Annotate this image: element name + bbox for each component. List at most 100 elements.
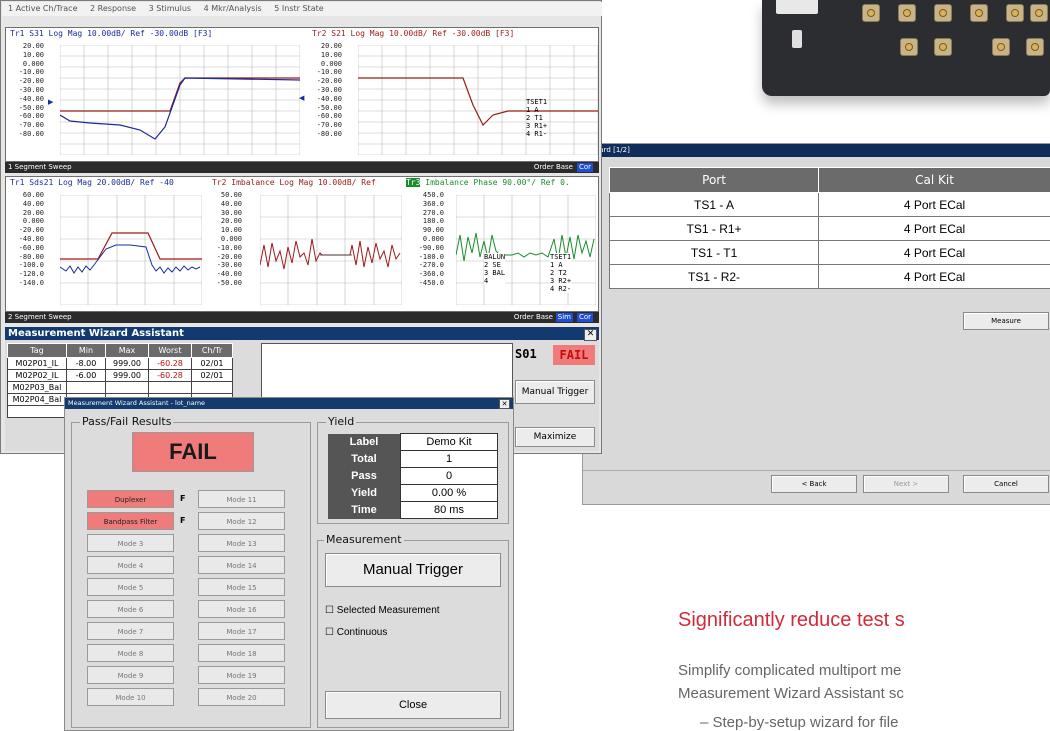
table-row[interactable]: M02P03_Bal [7, 381, 233, 394]
close-icon[interactable]: ✕ [499, 399, 510, 409]
cancel-button[interactable]: Cancel [963, 475, 1049, 493]
divider [583, 470, 1050, 471]
s01-label: S01 [515, 347, 537, 361]
mode-button[interactable]: Mode 20 [198, 688, 285, 706]
ch2-sim-badge: Sim [555, 313, 573, 322]
mode-button[interactable]: Mode 14 [198, 556, 285, 574]
ch2-cor-badge: Cor [576, 313, 593, 322]
mode-button[interactable]: Mode 19 [198, 666, 285, 684]
checkbox-icon: ☐ [325, 627, 334, 638]
mode-button[interactable]: Mode 13 [198, 534, 285, 552]
menu-mkr-analysis[interactable]: 4 Mkr/Analysis [204, 4, 262, 13]
ch2-trace1-graph[interactable] [60, 195, 202, 305]
connector-icon [1006, 4, 1024, 22]
mode-button[interactable]: Mode 17 [198, 622, 285, 640]
measure-button[interactable]: Measure [963, 312, 1049, 330]
mode-button[interactable]: Mode 10 [87, 688, 174, 706]
column-header-worst: Worst [148, 343, 192, 358]
column-header-tag: Tag [7, 343, 67, 358]
ch2-axis3: 450.0 360.0 270.0 180.0 90.00 0.000 -90.00 -180… [418, 191, 444, 287]
table-row[interactable]: TS1 - T1 4 Port ECal [608, 240, 1050, 265]
close-icon[interactable]: ✕ [584, 329, 597, 341]
mode-button[interactable]: Mode 12 [198, 512, 285, 530]
ch1-trace2-label[interactable]: Tr2 S21 Log Mag 10.00dB/ Ref -30.00dB [F… [312, 29, 514, 38]
close-button[interactable]: Close [325, 691, 501, 719]
ch2-trace2-graph[interactable] [260, 195, 402, 305]
ch1-trace2-graph[interactable] [358, 45, 598, 155]
channel1-plot-area[interactable]: Tr1 S31 Log Mag 10.00dB/ Ref -30.00dB [F… [5, 27, 599, 162]
connector-icon [934, 4, 952, 22]
mode-button[interactable]: Mode 8 [87, 644, 174, 662]
menu-stimulus[interactable]: 3 Stimulus [149, 4, 191, 13]
mode-button[interactable]: Duplexer [87, 490, 174, 508]
continuous-checkbox[interactable]: ☐ Continuous [325, 627, 387, 638]
checkbox-icon: ☐ [325, 605, 334, 616]
cal-kit-cell[interactable]: 4 Port ECal [818, 240, 1050, 265]
table-row[interactable]: M02P01_IL -8.00 999.00 -60.28 02/01 [7, 357, 233, 370]
back-button[interactable]: < Back [771, 475, 857, 493]
connector-icon [1026, 38, 1044, 56]
ch2-trace3-graph[interactable] [456, 195, 596, 305]
manual-trigger-button[interactable]: Manual Trigger [515, 380, 595, 404]
softkey-menu-bar: 1 Active Ch/Trace 2 Response 3 Stimulus … [2, 2, 602, 16]
ch1-sweep-type: 1 Segment Sweep [8, 163, 72, 171]
channel2-plot-area[interactable]: Tr1 Sds21 Log Mag 20.00dB/ Ref -40 Tr2 I… [5, 176, 599, 312]
maximize-button[interactable]: Maximize [515, 427, 595, 447]
column-header-min: Min [66, 343, 106, 358]
mode-button[interactable]: Mode 15 [198, 578, 285, 596]
mode-button[interactable]: Mode 5 [87, 578, 174, 596]
ch2-axis2: 50.00 40.00 30.00 20.00 10.00 0.000 -10.00 -20.… [216, 191, 242, 287]
network-analyzer-hardware-photo [762, 0, 1050, 96]
yield-table: Label Demo Kit Total 1 Pass 0 Yield 0.00 % T… [328, 433, 498, 519]
cal-kit-cell[interactable]: 4 Port ECal [818, 192, 1050, 217]
ch2-balun-legend: BALUN 2 SE 3 BAL 4 [484, 253, 506, 285]
mode-button[interactable]: Mode 6 [87, 600, 174, 618]
yield-group-label: Yield [326, 415, 357, 428]
next-button[interactable]: Next > [863, 475, 949, 493]
connector-icon [1030, 4, 1048, 22]
mode-button[interactable]: Mode 3 [87, 534, 174, 552]
menu-response[interactable]: 2 Response [90, 4, 136, 13]
table-row[interactable]: TS1 - R2- 4 Port ECal [608, 264, 1050, 289]
mode-button[interactable]: Mode 9 [87, 666, 174, 684]
connector-icon [934, 38, 952, 56]
ch1-right-y-axis: 20.00 10.00 0.000 -10.00 -20.00 -30.00 -40.00-… [316, 42, 342, 138]
hardware-switch-icon [792, 30, 802, 48]
manual-trigger-button[interactable]: Manual Trigger [325, 553, 501, 587]
yield-key: Total [328, 450, 401, 468]
yield-key: Time [328, 501, 401, 519]
mode-button[interactable]: Mode 7 [87, 622, 174, 640]
cal-kit-cell[interactable]: 4 Port ECal [818, 216, 1050, 241]
ch1-order-base: Order Base [533, 163, 573, 171]
ch2-trace1-label[interactable]: Tr1 Sds21 Log Mag 20.00dB/ Ref -40 [10, 178, 174, 187]
marketing-line: Measurement Wizard Assistant sc [678, 685, 904, 702]
table-row[interactable]: TS1 - A4 Port ECal [608, 192, 1050, 217]
mode-button[interactable]: Mode 16 [198, 600, 285, 618]
ch2-status-bar: 2 Segment Sweep Order Base Sim Cor [5, 312, 599, 323]
ch1-left-y-axis: 20.00 10.00 0.000 -10.00 -20.00 -30.00 -40.00-… [18, 42, 44, 138]
menu-instr-state[interactable]: 5 Instr State [274, 4, 323, 13]
ch1-trace1-graph[interactable] [60, 45, 300, 155]
connector-icon [992, 38, 1010, 56]
cal-kit-cell[interactable]: 4 Port ECal [818, 264, 1050, 289]
menu-active-ch-trace[interactable]: 1 Active Ch/Trace [8, 4, 78, 13]
mwa-panel-title: Measurement Wizard Assistant [5, 327, 599, 340]
mode-button[interactable]: Mode 4 [87, 556, 174, 574]
ch1-trace1-label[interactable]: Tr1 S31 Log Mag 10.00dB/ Ref -30.00dB [F… [10, 29, 212, 38]
table-row[interactable]: TS1 - R1+ 4 Port ECal [608, 216, 1050, 241]
pass-fail-results-label: Pass/Fail Results [80, 415, 174, 428]
cal-kit-table: Port Cal Kit TS1 - A4 Port ECal TS1 - R1… [608, 167, 1050, 289]
connector-icon [898, 4, 916, 22]
selected-measurement-checkbox[interactable]: ☐ Selected Measurement [325, 605, 440, 616]
port-cell: TS1 - A [608, 192, 820, 217]
table-row[interactable]: M02P02_IL -6.00 999.00 -60.28 02/01 [7, 369, 233, 382]
yield-value: 1 [400, 450, 498, 468]
yield-group: Yield Label Demo Kit Total 1 Pass 0 Yield 0.… [317, 415, 509, 524]
hardware-display-strip [776, 0, 818, 14]
ch2-trace2-label[interactable]: Tr2 Imbalance Log Mag 10.00dB/ Ref [212, 178, 376, 187]
mode-button[interactable]: Bandpass Filter [87, 512, 174, 530]
mode-button[interactable]: Mode 18 [198, 644, 285, 662]
mode-button[interactable]: Mode 11 [198, 490, 285, 508]
overall-fail-indicator: FAIL [132, 432, 254, 472]
ch2-trace3-label[interactable]: Tr3 Imbalance Phase 90.00°/ Ref 0. [406, 178, 570, 187]
